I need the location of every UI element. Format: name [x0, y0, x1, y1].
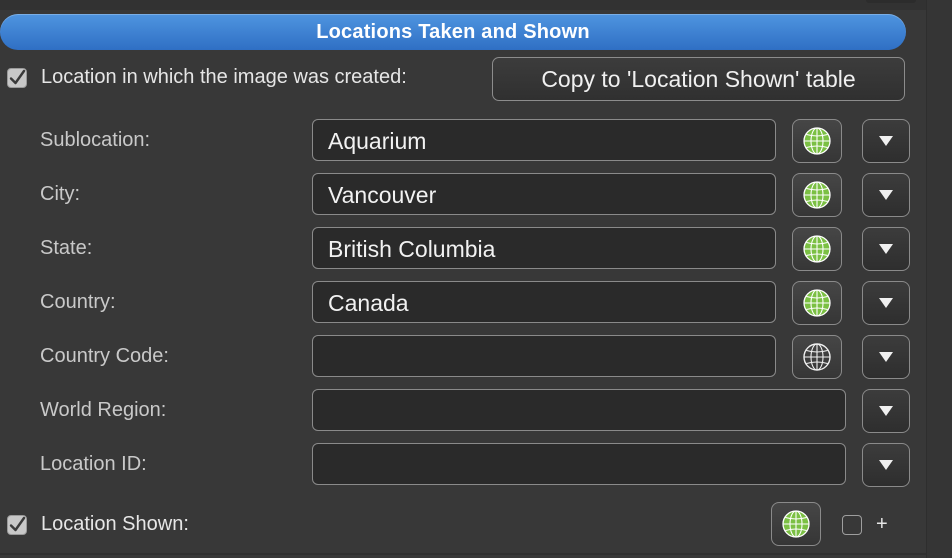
- field-label-world-region: World Region:: [40, 399, 167, 421]
- field-label-sublocation: Sublocation:: [40, 129, 151, 151]
- city-dropdown-button[interactable]: [862, 173, 910, 217]
- globe-icon: [782, 510, 810, 538]
- location-id-field[interactable]: [312, 443, 846, 485]
- country-code-geo-button[interactable]: [792, 335, 842, 379]
- section-header[interactable]: Locations Taken and Shown: [0, 14, 906, 50]
- country-code-dropdown-button[interactable]: [862, 335, 910, 379]
- location-shown-geo-button[interactable]: [771, 502, 821, 546]
- dropdown-arrow-icon: [879, 406, 893, 416]
- location-created-checkbox[interactable]: [7, 68, 27, 88]
- country-field[interactable]: Canada: [312, 281, 776, 323]
- location-shown-checkbox[interactable]: [7, 515, 27, 535]
- checkmark-icon: [9, 516, 26, 532]
- dropdown-arrow-icon: [879, 460, 893, 470]
- dropdown-arrow-icon: [879, 244, 893, 254]
- copy-to-location-shown-button[interactable]: Copy to 'Location Shown' table: [492, 57, 905, 101]
- sublocation-dropdown-button[interactable]: [862, 119, 910, 163]
- globe-outline-icon: [803, 343, 831, 371]
- scrollbar-track[interactable]: [926, 0, 952, 558]
- country-geo-button[interactable]: [792, 281, 842, 325]
- dropdown-arrow-icon: [879, 136, 893, 146]
- field-label-country-code: Country Code:: [40, 345, 169, 367]
- world-region-dropdown-button[interactable]: [862, 389, 910, 433]
- sublocation-field[interactable]: Aquarium: [312, 119, 776, 161]
- field-label-country: Country:: [40, 291, 116, 313]
- globe-icon: [803, 181, 831, 209]
- state-field[interactable]: British Columbia: [312, 227, 776, 269]
- location-id-dropdown-button[interactable]: [862, 443, 910, 487]
- sublocation-geo-button[interactable]: [792, 119, 842, 163]
- top-edge-tab: [866, 0, 916, 3]
- field-label-location-id: Location ID:: [40, 453, 147, 475]
- dropdown-arrow-icon: [879, 352, 893, 362]
- city-field[interactable]: Vancouver: [312, 173, 776, 215]
- field-label-state: State:: [40, 237, 93, 259]
- bottom-divider: [0, 553, 926, 555]
- globe-icon: [803, 289, 831, 317]
- add-location-label[interactable]: +: [876, 513, 888, 536]
- state-dropdown-button[interactable]: [862, 227, 910, 271]
- globe-icon: [803, 235, 831, 263]
- add-location-checkbox[interactable]: [842, 515, 862, 535]
- country-dropdown-button[interactable]: [862, 281, 910, 325]
- dropdown-arrow-icon: [879, 298, 893, 308]
- country-code-field[interactable]: [312, 335, 776, 377]
- location-created-label: Location in which the image was created:: [41, 66, 407, 88]
- section-header-title: Locations Taken and Shown: [316, 20, 590, 43]
- field-label-city: City:: [40, 183, 80, 205]
- state-geo-button[interactable]: [792, 227, 842, 271]
- globe-icon: [803, 127, 831, 155]
- city-geo-button[interactable]: [792, 173, 842, 217]
- dropdown-arrow-icon: [879, 190, 893, 200]
- location-shown-label: Location Shown:: [41, 513, 189, 535]
- world-region-field[interactable]: [312, 389, 846, 431]
- checkmark-icon: [9, 69, 26, 85]
- top-edge: [0, 0, 952, 10]
